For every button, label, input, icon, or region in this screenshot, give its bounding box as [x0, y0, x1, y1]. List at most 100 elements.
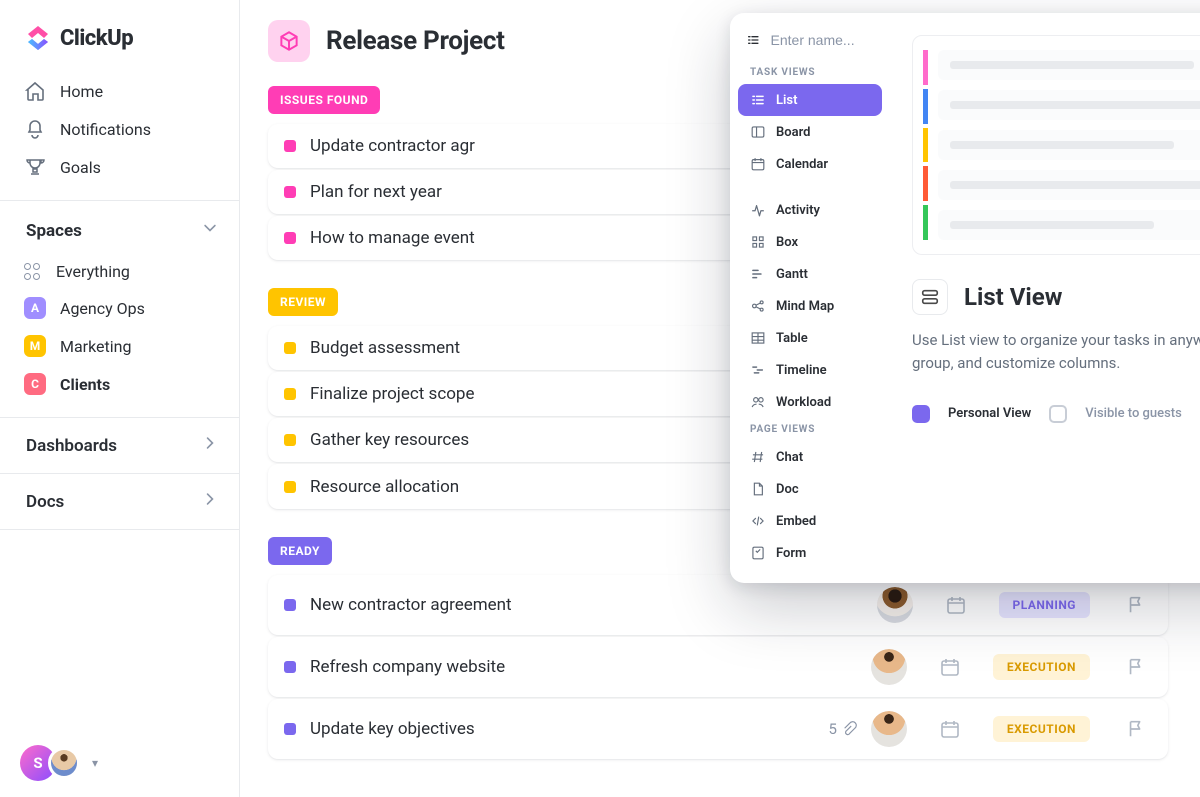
task-row[interactable]: Refresh company websiteEXECUTION [268, 637, 1168, 697]
task-status-dot [284, 481, 296, 493]
nav-home[interactable]: Home [12, 72, 227, 110]
user-avatar-secondary[interactable] [48, 747, 80, 779]
space-label: Clients [60, 375, 110, 394]
preview-title: List View [964, 283, 1062, 311]
priority-flag-icon[interactable] [1126, 657, 1146, 677]
space-everything[interactable]: Everything [12, 254, 227, 289]
personal-view-checkbox[interactable] [912, 405, 930, 423]
view-option-label: List [776, 93, 797, 108]
chevron-down-icon [201, 219, 219, 242]
space-item[interactable]: M Marketing [12, 327, 227, 365]
nav-label: Goals [60, 158, 101, 177]
subtask-count: 5 [828, 720, 856, 738]
view-option-gantt[interactable]: Gantt [738, 258, 882, 290]
task-row[interactable]: Update key objectives 5 EXECUTION [268, 699, 1168, 759]
spaces-heading[interactable]: Spaces [0, 201, 239, 250]
view-option-activity[interactable]: Activity [738, 194, 882, 226]
sidebar-docs[interactable]: Docs [0, 474, 239, 530]
task-title: New contractor agreement [310, 595, 863, 615]
view-option-label: Mind Map [776, 299, 834, 314]
due-date-icon[interactable] [945, 594, 967, 616]
task-status-dot [284, 434, 296, 446]
due-date-icon[interactable] [939, 718, 961, 740]
sidebar-footer[interactable]: S ▾ [0, 729, 239, 797]
view-option-calendar[interactable]: Calendar [738, 148, 882, 180]
everything-icon [24, 263, 42, 281]
home-icon [24, 80, 46, 102]
group-status-pill[interactable]: ISSUES FOUND [268, 86, 380, 114]
assignee-avatar[interactable] [871, 711, 907, 747]
view-option-label: Timeline [776, 363, 827, 378]
brand-logo[interactable]: ClickUp [0, 0, 239, 68]
task-tag[interactable]: EXECUTION [993, 716, 1090, 742]
task-row[interactable]: New contractor agreement PLANNING [268, 575, 1168, 635]
view-option-label: Calendar [776, 157, 828, 172]
view-option-workload[interactable]: Workload [738, 386, 882, 418]
task-status-dot [284, 661, 296, 673]
task-views-heading: TASK VIEWS [738, 61, 882, 84]
space-label: Everything [56, 262, 130, 281]
task-status-dot [284, 186, 296, 198]
sidebar: ClickUp Home Notifications Goals Spaces [0, 0, 240, 797]
space-item[interactable]: A Agency Ops [12, 289, 227, 327]
task-tag[interactable]: EXECUTION [993, 654, 1090, 680]
task-title: Update key objectives [310, 719, 814, 739]
view-option-embed[interactable]: Embed [738, 505, 882, 537]
view-type-panel: TASK VIEWS List Board Calendar Activity Box G… [730, 13, 890, 583]
project-icon[interactable] [268, 20, 310, 62]
view-option-mind-map[interactable]: Mind Map [738, 290, 882, 322]
view-option-label: Form [776, 546, 806, 561]
task-tag[interactable]: PLANNING [999, 592, 1091, 618]
priority-flag-icon[interactable] [1126, 595, 1146, 615]
visible-guests-checkbox[interactable] [1049, 405, 1067, 423]
personal-view-label: Personal View [948, 406, 1031, 421]
space-badge: M [24, 335, 46, 357]
nav-label: Home [60, 82, 103, 101]
due-date-icon[interactable] [939, 656, 961, 678]
view-name-input[interactable] [771, 32, 874, 48]
view-option-label: Chat [776, 450, 803, 465]
view-option-table[interactable]: Table [738, 322, 882, 354]
nav-goals[interactable]: Goals [12, 148, 227, 186]
preview-row [938, 50, 1200, 80]
add-view-popover: TASK VIEWS List Board Calendar Activity Box G… [730, 13, 1200, 583]
view-option-chat[interactable]: Chat [738, 441, 882, 473]
view-option-board[interactable]: Board [738, 116, 882, 148]
space-badge: C [24, 373, 46, 395]
gantt-icon [750, 266, 766, 282]
embed-icon [750, 513, 766, 529]
view-option-list[interactable]: List [738, 84, 882, 116]
spaces-heading-label: Spaces [26, 221, 82, 241]
brand-name: ClickUp [60, 26, 133, 51]
view-option-label: Gantt [776, 267, 808, 282]
assignee-avatar[interactable] [871, 649, 907, 685]
view-option-form[interactable]: Form [738, 537, 882, 569]
chat-icon [750, 449, 766, 465]
view-option-timeline[interactable]: Timeline [738, 354, 882, 386]
activity-icon [750, 202, 766, 218]
task-status-dot [284, 232, 296, 244]
attachment-icon [841, 721, 857, 737]
preview-row [938, 210, 1200, 240]
view-option-doc[interactable]: Doc [738, 473, 882, 505]
group-status-pill[interactable]: REVIEW [268, 288, 338, 316]
board-icon [750, 124, 766, 140]
view-option-box[interactable]: Box [738, 226, 882, 258]
caret-down-icon: ▾ [92, 756, 98, 770]
list-icon [746, 31, 761, 49]
view-option-label: Box [776, 235, 798, 250]
form-icon [750, 545, 766, 561]
sidebar-dashboards[interactable]: Dashboards [0, 418, 239, 474]
chevron-right-icon [201, 490, 219, 513]
space-label: Agency Ops [60, 299, 145, 318]
project-title: Release Project [326, 26, 505, 56]
space-list: Everything A Agency OpsM MarketingC Clie… [0, 250, 239, 407]
assignee-avatar[interactable] [877, 587, 913, 623]
group-status-pill[interactable]: READY [268, 537, 332, 565]
nav-notifications[interactable]: Notifications [12, 110, 227, 148]
preview-illustration [912, 35, 1200, 255]
page-views-heading: PAGE VIEWS [738, 418, 882, 441]
view-option-label: Doc [776, 482, 799, 497]
space-item[interactable]: C Clients [12, 365, 227, 403]
priority-flag-icon[interactable] [1126, 719, 1146, 739]
